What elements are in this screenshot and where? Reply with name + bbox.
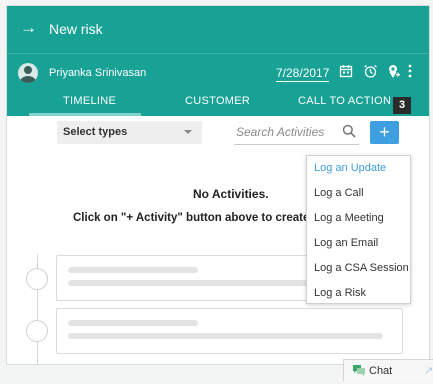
search-icon[interactable]	[342, 124, 356, 143]
chat-button[interactable]: Chat ↗	[343, 359, 433, 381]
tab-bar: TIMELINE CUSTOMER CALL TO ACTION	[7, 90, 429, 116]
empty-state-message: Click on "+ Activity" button above to cr…	[73, 212, 319, 224]
owner-name[interactable]: Priyanka Srinivasan	[49, 66, 146, 80]
menu-item-log-update[interactable]: Log an Update	[314, 162, 386, 175]
select-label: Select types	[63, 126, 128, 138]
arrow-right-icon[interactable]: →	[20, 18, 37, 38]
activity-type-select[interactable]: Select types	[57, 121, 202, 144]
menu-item-log-csa-session[interactable]: Log a CSA Session	[314, 262, 409, 275]
active-tab-indicator	[29, 113, 141, 116]
tab-timeline[interactable]: TIMELINE	[63, 95, 116, 108]
due-date[interactable]: 7/28/2017	[276, 66, 330, 82]
step-badge: 3	[393, 97, 411, 114]
chat-bubble-icon	[352, 364, 366, 379]
search-activities[interactable]: Search Activities	[234, 121, 359, 145]
panel-header: → New risk Priyanka Srinivasan 7/28/2017	[7, 6, 429, 116]
more-vertical-icon[interactable]	[407, 64, 413, 83]
menu-item-log-call[interactable]: Log a Call	[314, 187, 364, 200]
timeline-node	[26, 320, 48, 342]
caret-down-icon	[184, 130, 192, 134]
activity-placeholder-card	[56, 308, 403, 354]
page-title: New risk	[49, 21, 103, 37]
menu-item-log-meeting[interactable]: Log a Meeting	[314, 212, 384, 225]
timeline-node	[26, 268, 48, 290]
user-pin-icon[interactable]	[387, 64, 401, 84]
chat-label: Chat	[369, 365, 393, 377]
empty-state-title: No Activities.	[193, 187, 269, 201]
title-bar: → New risk	[7, 6, 429, 54]
add-activity-button[interactable]: +	[370, 121, 399, 144]
add-activity-menu: Log an Update Log a Call Log a Meeting L…	[306, 155, 411, 304]
menu-item-log-email[interactable]: Log an Email	[314, 237, 378, 250]
tab-customer[interactable]: CUSTOMER	[185, 95, 250, 108]
risk-panel: → New risk Priyanka Srinivasan 7/28/2017	[6, 5, 430, 365]
owner-bar: Priyanka Srinivasan 7/28/2017	[7, 54, 429, 90]
menu-item-log-risk[interactable]: Log a Risk	[314, 287, 366, 300]
avatar	[18, 63, 38, 83]
expand-arrow-icon: ↗	[424, 365, 433, 377]
tab-call-to-action[interactable]: CALL TO ACTION	[298, 95, 391, 108]
search-placeholder: Search Activities	[236, 125, 325, 139]
calendar-icon[interactable]	[339, 64, 353, 83]
alarm-clock-icon[interactable]	[363, 64, 378, 84]
